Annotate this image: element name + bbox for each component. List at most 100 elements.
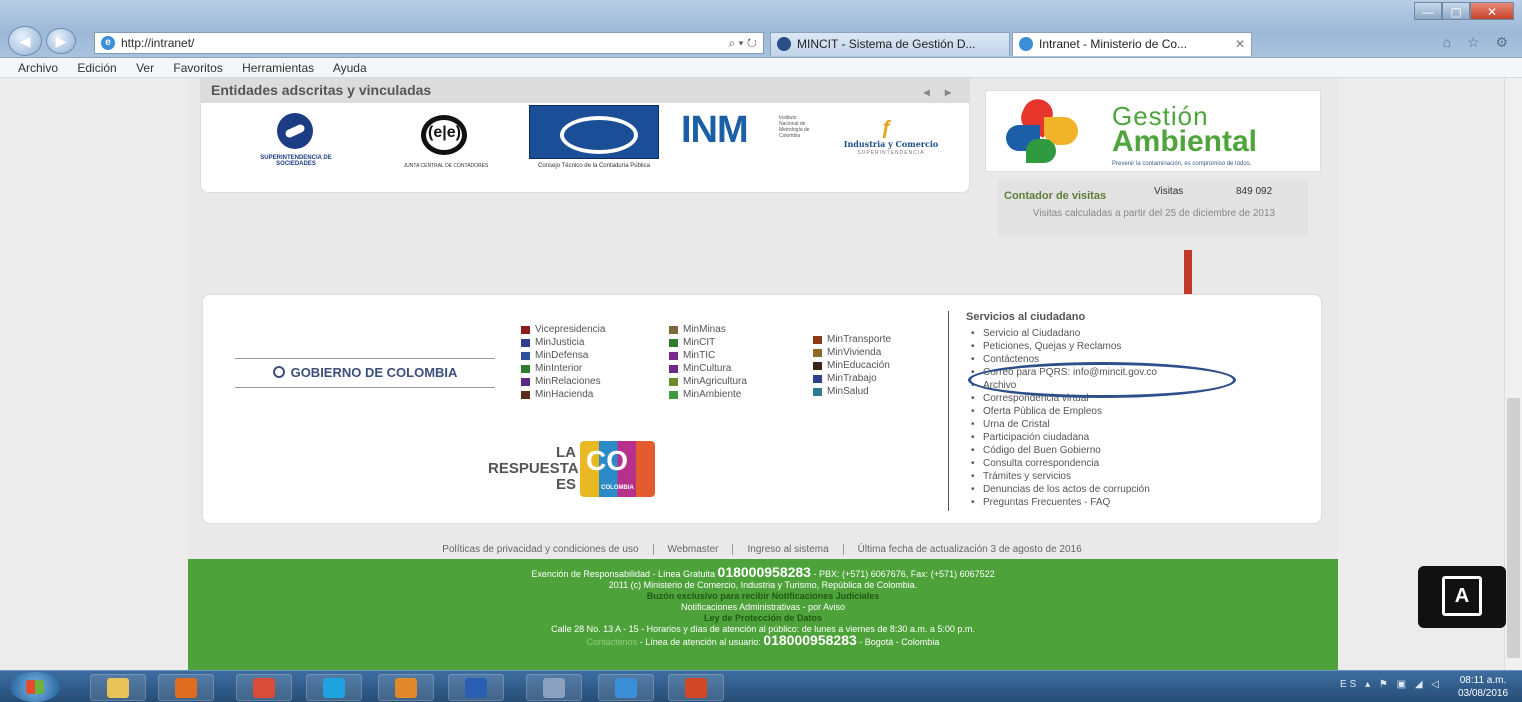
min-link[interactable]: MinCultura bbox=[669, 362, 747, 375]
taskbar-explorer[interactable] bbox=[90, 674, 146, 701]
min-link[interactable]: Vicepresidencia bbox=[521, 323, 605, 336]
taskbar-internet-explorer[interactable] bbox=[598, 674, 654, 701]
footer-links: Políticas de privacidad y condiciones de… bbox=[202, 544, 1322, 560]
chrome-icon bbox=[253, 678, 275, 698]
footer-disclaimer[interactable]: Exención de Responsabilidad - Línea Grat… bbox=[531, 569, 715, 579]
servicios-list: Servicio al Ciudadano Peticiones, Quejas… bbox=[971, 327, 1157, 509]
tab-intranet[interactable]: Intranet - Ministerio de Co... ✕ bbox=[1012, 32, 1252, 56]
min-link[interactable]: MinTransporte bbox=[813, 333, 891, 346]
skype-icon bbox=[323, 678, 345, 698]
toolbar-icons[interactable]: ⌂ ☆ ⚙ bbox=[1443, 34, 1514, 51]
menu-favoritos[interactable]: Favoritos bbox=[173, 61, 222, 75]
min-link[interactable]: MinTIC bbox=[669, 349, 747, 362]
jcc-logo[interactable]: JUNTA CENTRAL DE CONTADORES bbox=[391, 115, 501, 175]
close-window-button[interactable]: ✕ bbox=[1470, 2, 1514, 20]
co-colombia-logo: CO COLOMBIA bbox=[580, 441, 655, 497]
address-tools-icon[interactable]: ⌕ ▾ ↻ bbox=[728, 33, 757, 53]
minimize-button[interactable]: — bbox=[1414, 2, 1442, 20]
servicio-link[interactable]: Código del Buen Gobierno bbox=[971, 444, 1157, 457]
taskbar-word[interactable] bbox=[448, 674, 504, 701]
footer-link-webmaster[interactable]: Webmaster bbox=[652, 544, 733, 555]
min-label: MinEducación bbox=[827, 360, 890, 371]
taskbar-chrome[interactable] bbox=[236, 674, 292, 701]
footer-notificaciones-link[interactable]: Notificaciones Administrativas - por Avi… bbox=[188, 602, 1338, 613]
taskbar-media-player[interactable] bbox=[158, 674, 214, 701]
min-link[interactable]: MinVivienda bbox=[813, 346, 891, 359]
servicio-link[interactable]: Peticiones, Quejas y Reclamos bbox=[971, 340, 1157, 353]
taskbar-clock[interactable]: 08:11 a.m. 03/08/2016 bbox=[1452, 674, 1514, 700]
servicio-link[interactable]: Urna de Cristal bbox=[971, 418, 1157, 431]
menu-archivo[interactable]: Archivo bbox=[18, 61, 58, 75]
ctcp-logo[interactable]: Consejo Técnico de la Contaduría Pública bbox=[529, 105, 659, 180]
accessibility-button[interactable]: A bbox=[1418, 566, 1506, 628]
sic-logo[interactable]: ƒ Industria y Comercio SUPERINTENDENCIA bbox=[831, 117, 951, 167]
menu-ayuda[interactable]: Ayuda bbox=[333, 61, 367, 75]
paint-icon bbox=[543, 678, 565, 698]
vertical-scrollbar[interactable] bbox=[1504, 78, 1522, 670]
footer-buzon-link[interactable]: Buzón exclusivo para recibir Notificacio… bbox=[188, 591, 1338, 602]
gestion-ambiental-banner[interactable]: Gestión Ambiental Prevenir la contaminac… bbox=[985, 90, 1321, 172]
entidades-title-text: Entidades adscritas y vinculadas bbox=[211, 82, 432, 98]
visit-counter: Contador de visitas Visitas 849 092 Visi… bbox=[998, 180, 1308, 236]
min-label: MinMinas bbox=[683, 324, 726, 335]
min-link[interactable]: MinAgricultura bbox=[669, 375, 747, 388]
min-link[interactable]: MinInterior bbox=[521, 362, 605, 375]
min-link[interactable]: MinTrabajo bbox=[813, 372, 891, 385]
forward-button[interactable]: ▶ bbox=[46, 28, 76, 54]
min-label: MinCIT bbox=[683, 337, 716, 348]
gobierno-colombia-link[interactable]: GOBIERNO DE COLOMBIA bbox=[235, 358, 495, 388]
taskbar-paint[interactable] bbox=[526, 674, 582, 701]
servicio-link[interactable]: Participación ciudadana bbox=[971, 431, 1157, 444]
ctcp-mark bbox=[529, 105, 659, 159]
address-bar[interactable]: e http://intranet/ ⌕ ▾ ↻ bbox=[94, 32, 764, 54]
back-button[interactable]: ◀ bbox=[8, 26, 42, 56]
taskbar-skype[interactable] bbox=[306, 674, 362, 701]
min-link[interactable]: MinMinas bbox=[669, 323, 747, 336]
inm-text: INM bbox=[681, 109, 749, 151]
inm-logo[interactable]: INM Instituto Nacional de Metrología de … bbox=[681, 109, 816, 159]
menu-herramientas[interactable]: Herramientas bbox=[242, 61, 314, 75]
media-player-icon bbox=[175, 678, 197, 698]
min-link[interactable]: MinHacienda bbox=[521, 388, 605, 401]
footer-link-privacy[interactable]: Políticas de privacidad y condiciones de… bbox=[428, 544, 652, 555]
min-color-icon bbox=[669, 378, 678, 386]
ie-icon: e bbox=[101, 36, 115, 50]
servicio-link[interactable]: Denuncias de los actos de corrupción bbox=[971, 483, 1157, 496]
min-link[interactable]: MinAmbiente bbox=[669, 388, 747, 401]
footer-link-login[interactable]: Ingreso al sistema bbox=[732, 544, 842, 555]
min-link[interactable]: MinCIT bbox=[669, 336, 747, 349]
menu-edicion[interactable]: Edición bbox=[77, 61, 116, 75]
annotation-ellipse-icon bbox=[968, 362, 1236, 398]
min-link[interactable]: MinSalud bbox=[813, 385, 891, 398]
menu-ver[interactable]: Ver bbox=[136, 61, 154, 75]
min-link[interactable]: MinDefensa bbox=[521, 349, 605, 362]
close-tab-icon[interactable]: ✕ bbox=[1235, 33, 1245, 55]
servicio-link[interactable]: Consulta correspondencia bbox=[971, 457, 1157, 470]
min-color-icon bbox=[813, 336, 822, 344]
servicio-link[interactable]: Servicio al Ciudadano bbox=[971, 327, 1157, 340]
carousel-arrows-icon[interactable]: ◂ ▸ bbox=[924, 81, 957, 103]
footer-contactenos-link[interactable]: Contáctenos bbox=[587, 637, 638, 647]
min-label: MinTIC bbox=[683, 350, 716, 361]
ministerios-col-1: Vicepresidencia MinJusticia MinDefensa M… bbox=[521, 323, 605, 401]
min-link[interactable]: MinJusticia bbox=[521, 336, 605, 349]
start-button[interactable] bbox=[10, 672, 60, 702]
maximize-button[interactable]: ▢ bbox=[1442, 2, 1470, 20]
min-link[interactable]: MinEducación bbox=[813, 359, 891, 372]
servicio-link[interactable]: Preguntas Frecuentes - FAQ bbox=[971, 496, 1157, 509]
supersociedades-logo[interactable]: SUPERINTENDENCIA DE SOCIEDADES bbox=[251, 113, 341, 183]
tab-mincit[interactable]: MINCIT - Sistema de Gestión D... bbox=[770, 32, 1010, 56]
taskbar-powerpoint[interactable] bbox=[668, 674, 724, 701]
servicio-link[interactable]: Trámites y servicios bbox=[971, 470, 1157, 483]
min-link[interactable]: MinRelaciones bbox=[521, 375, 605, 388]
navigation-buttons: ◀ ▶ bbox=[8, 26, 94, 56]
min-label: MinVivienda bbox=[827, 347, 882, 358]
servicio-link[interactable]: Oferta Pública de Empleos bbox=[971, 405, 1157, 418]
system-tray-icons[interactable]: ES ▴ ⚑ ▣ ◢ ◁ bbox=[1340, 679, 1442, 690]
taskbar-outlook[interactable] bbox=[378, 674, 434, 701]
scrollbar-thumb[interactable] bbox=[1507, 398, 1520, 658]
footer-ley-datos-link[interactable]: Ley de Protección de Datos bbox=[188, 613, 1338, 624]
jcc-mark bbox=[421, 115, 467, 155]
min-color-icon bbox=[521, 378, 530, 386]
la-respuesta-es-colombia-logo[interactable]: LA RESPUESTA ES CO COLOMBIA bbox=[488, 441, 688, 511]
